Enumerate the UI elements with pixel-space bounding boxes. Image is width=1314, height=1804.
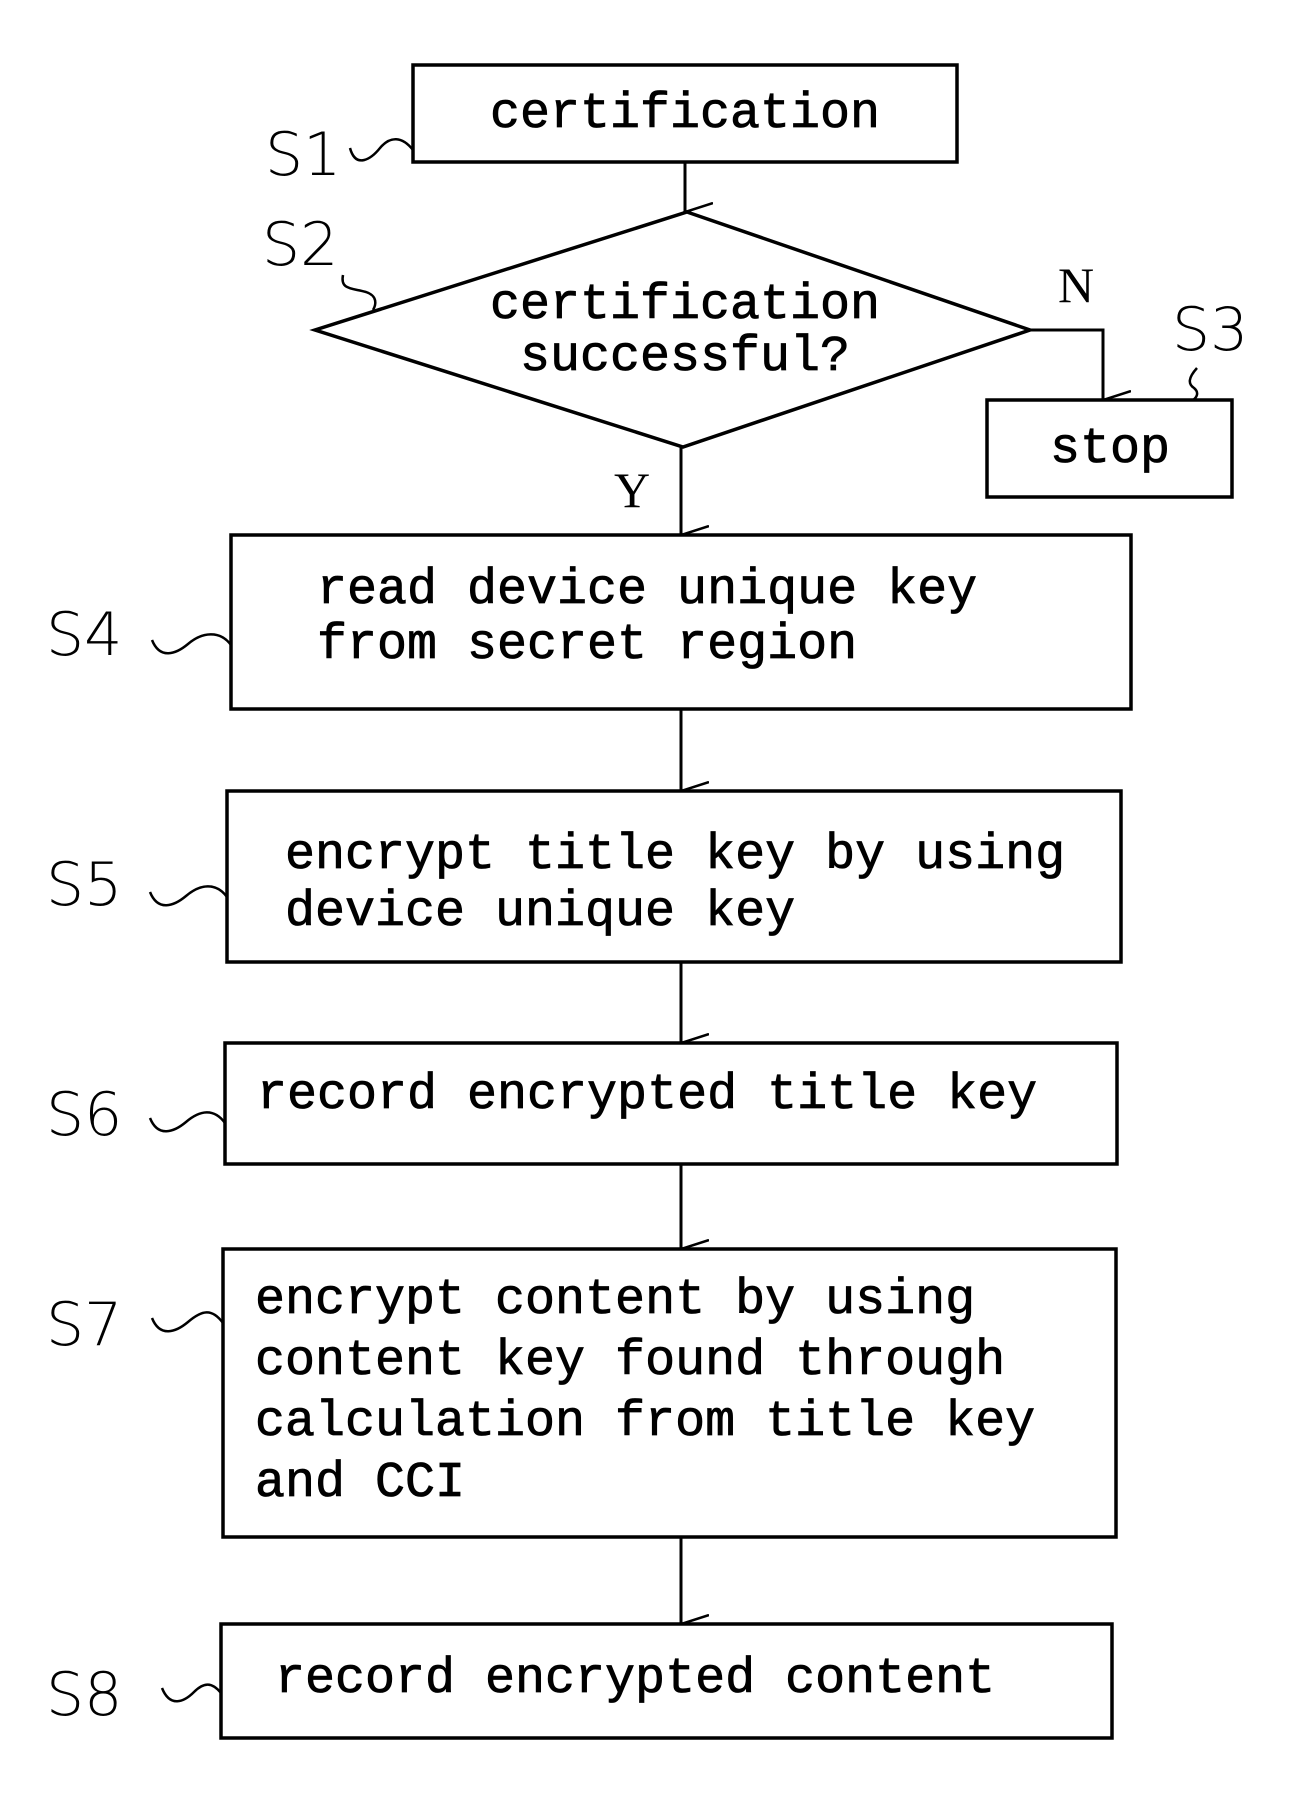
step-s2-leader (341, 274, 377, 311)
step-s7-text-line-4: and CCI (255, 1455, 465, 1512)
step-s1-label: S1 (265, 120, 341, 190)
step-s8: record encrypted content S8 (46, 1622, 1114, 1740)
step-s4-text-line-1: read device unique key (317, 562, 977, 619)
edge-s2-s3 (1030, 328, 1103, 400)
step-s5: encrypt title key by using device unique… (46, 789, 1123, 964)
step-s2-text-line-2: successful? (520, 329, 850, 386)
step-s7: encrypt content by using content key fou… (46, 1247, 1118, 1539)
step-s3-text: stop (1050, 421, 1170, 478)
step-s4-label: S4 (46, 600, 122, 670)
step-s1-text: certification (490, 86, 880, 143)
flowchart: certification S1 certification successfu… (46, 63, 1248, 1740)
step-s2: certification successful? S2 (262, 210, 1036, 449)
step-s3-label: S3 (1172, 295, 1248, 365)
step-s4-text-line-2: from secret region (317, 617, 857, 674)
step-s6: record encrypted title key S6 (46, 1041, 1119, 1166)
step-s4-leader (150, 633, 233, 655)
branch-yes-label: Y (614, 462, 650, 518)
step-s3-leader (1188, 367, 1199, 402)
step-s6-leader (148, 1111, 227, 1133)
step-s7-text-line-2: content key found through (255, 1333, 1005, 1390)
step-s2-label: S2 (262, 210, 338, 280)
step-s5-label: S5 (46, 850, 122, 920)
step-s8-leader (160, 1683, 222, 1703)
step-s6-label: S6 (46, 1080, 122, 1150)
step-s8-text: record encrypted content (275, 1651, 995, 1708)
step-s1-leader (348, 138, 414, 162)
step-s7-label: S7 (46, 1290, 122, 1360)
step-s8-label: S8 (46, 1660, 122, 1730)
step-s7-leader (150, 1311, 225, 1333)
step-s2-text-line-1: certification (490, 277, 880, 334)
step-s4: read device unique key from secret regio… (46, 533, 1133, 711)
step-s7-text-line-3: calculation from title key (255, 1394, 1035, 1451)
step-s3: stop S3 (985, 295, 1248, 499)
step-s5-leader (148, 885, 229, 907)
step-s6-text: record encrypted title key (257, 1067, 1037, 1124)
step-s1: certification S1 (265, 63, 959, 190)
branch-no-label: N (1058, 257, 1094, 313)
step-s7-text-line-1: encrypt content by using (255, 1272, 975, 1329)
step-s5-text-line-2: device unique key (285, 884, 795, 941)
step-s5-text-line-1: encrypt title key by using (285, 827, 1065, 884)
